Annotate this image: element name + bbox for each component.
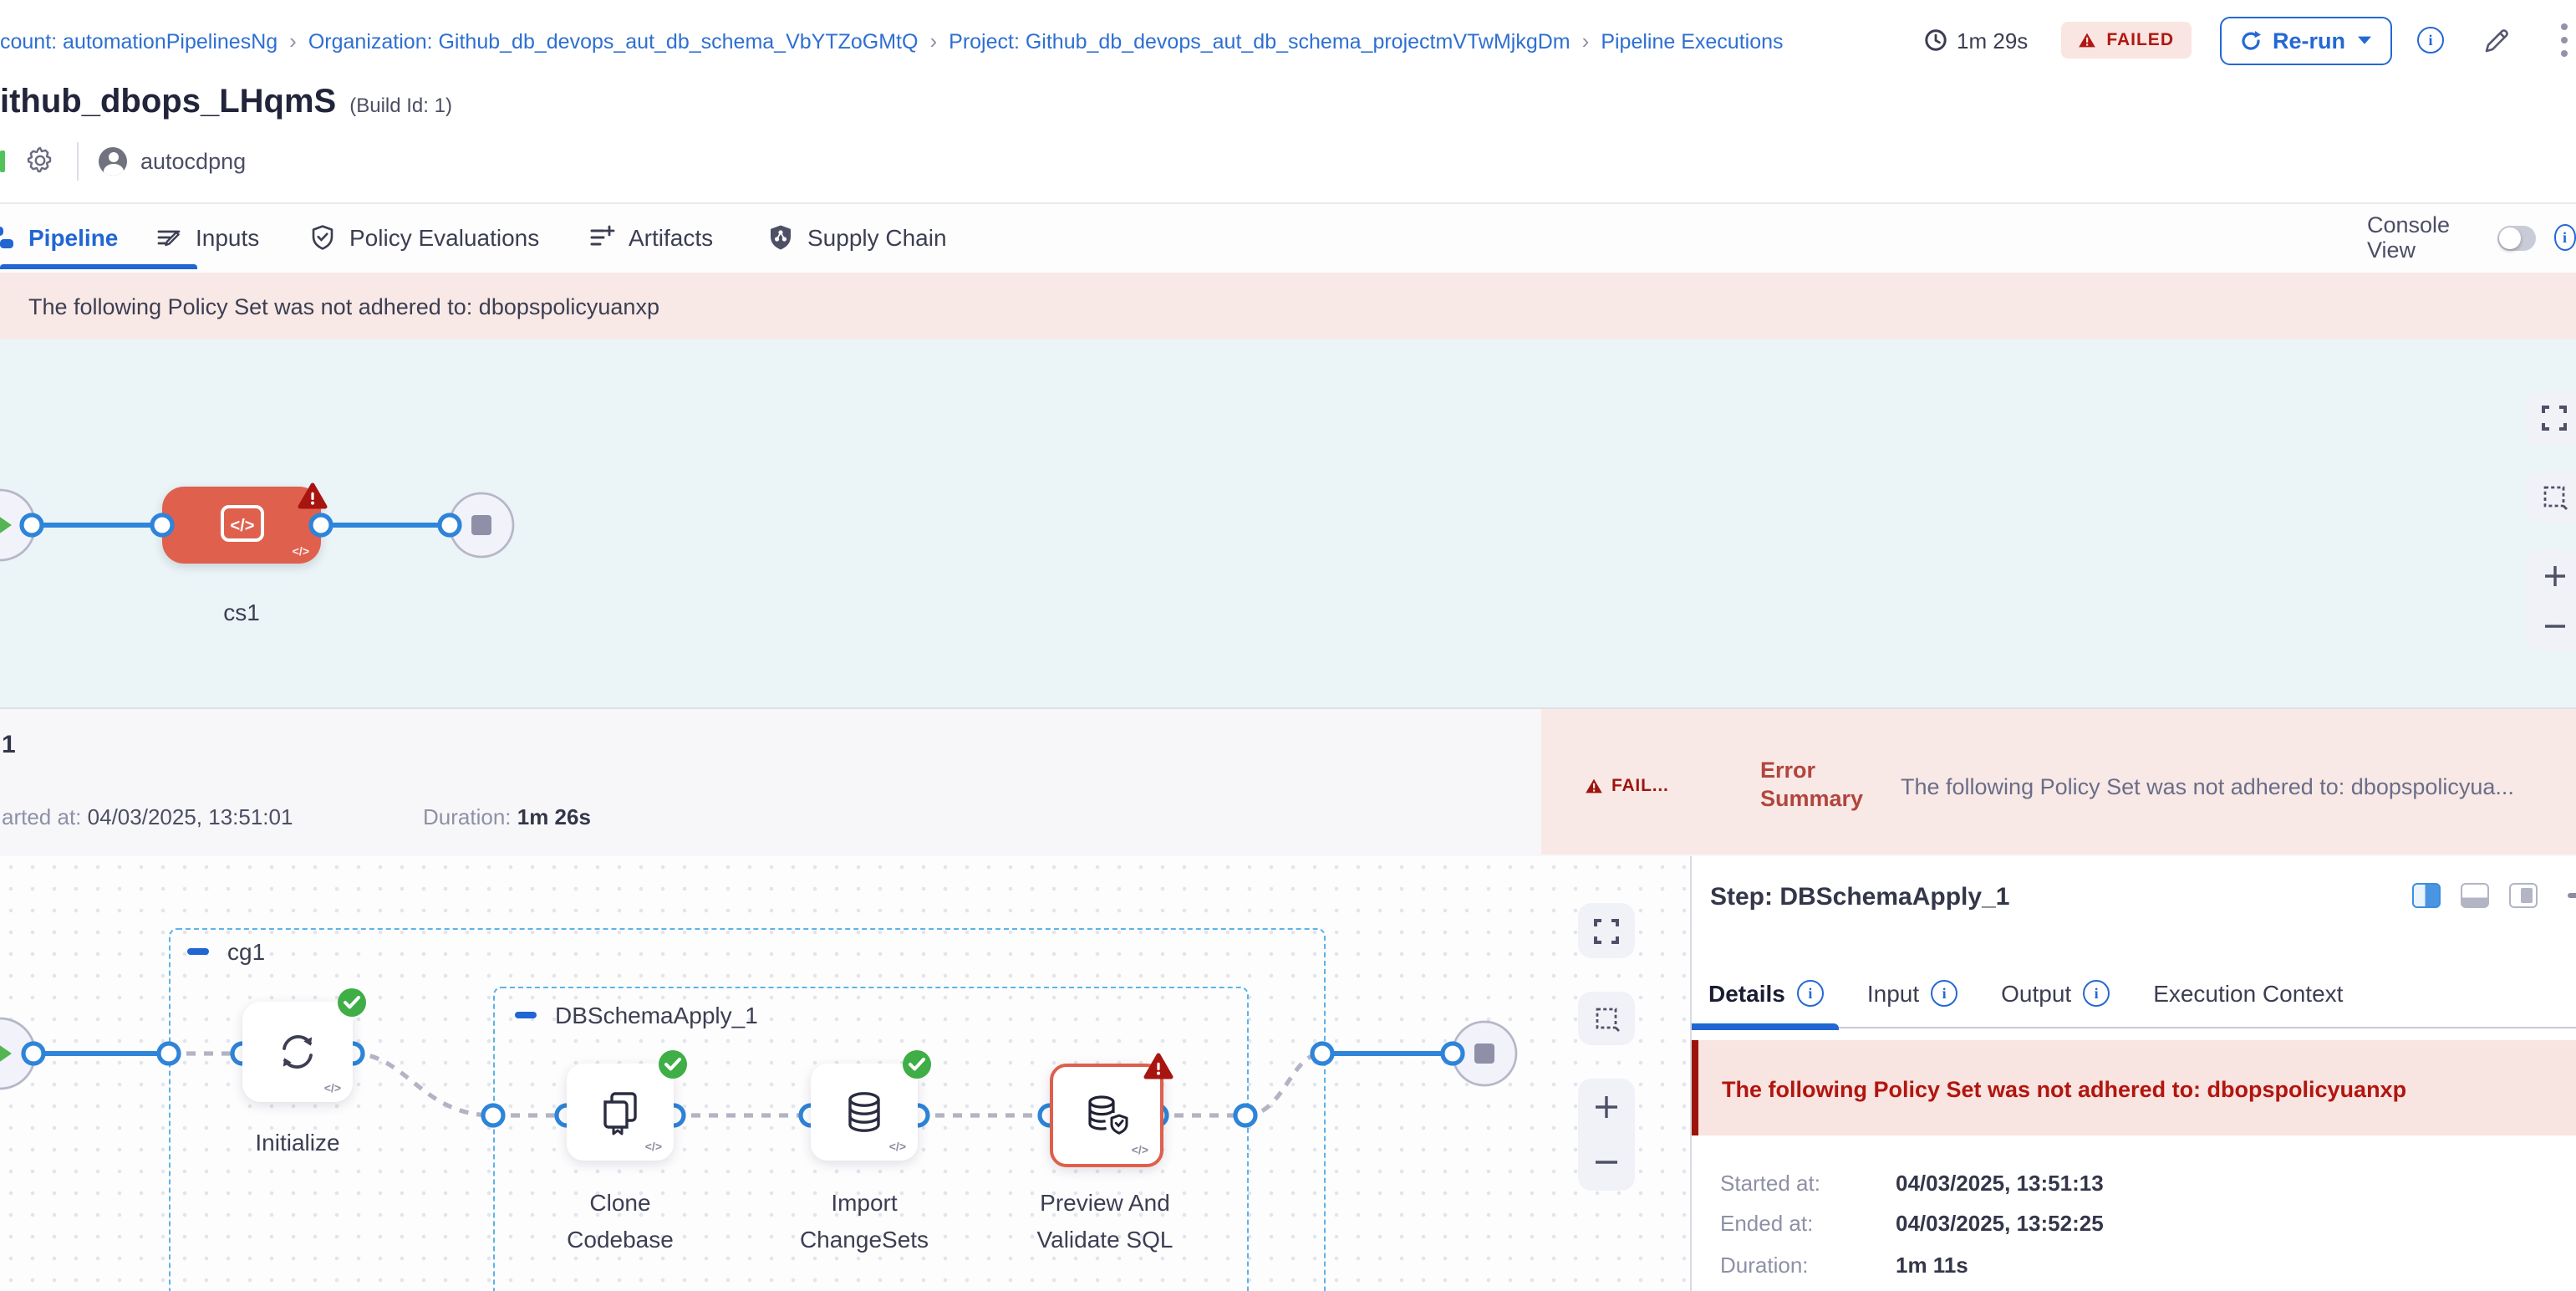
console-view-info-icon[interactable]: i	[2553, 224, 2576, 251]
step-success-badge-icon	[903, 1050, 931, 1079]
fail-chip: FAIL...	[1585, 776, 1669, 796]
stage-started-at: arted at: 04/03/2025, 13:51:01	[2, 804, 293, 829]
stage-duration: Duration: 1m 26s	[423, 804, 591, 829]
gear-icon[interactable]	[25, 145, 55, 176]
more-options-menu-icon[interactable]	[2561, 23, 2568, 57]
code-glyph: </>	[1132, 1146, 1148, 1157]
step-node-clone-codebase[interactable]: </>	[567, 1064, 674, 1161]
layout-floating-icon[interactable]	[2509, 883, 2538, 908]
breadcrumb-account[interactable]: count: automationPipelinesNg	[0, 29, 277, 53]
error-summary-label: Error Summary	[1760, 756, 1863, 813]
step-group-dbschemaapply-label: DBSchemaApply_1	[515, 1002, 758, 1028]
step-success-badge-icon	[659, 1050, 687, 1079]
step-label-clone-codebase: CloneCodebase	[537, 1184, 704, 1258]
tab-pipeline[interactable]: Pipeline	[0, 204, 118, 271]
clone-codebase-icon	[597, 1089, 644, 1135]
execution-info-icon[interactable]: i	[2417, 27, 2444, 54]
policy-warning-banner: The following Policy Set was not adhered…	[0, 273, 2576, 339]
stage-connector-layer	[0, 339, 2576, 707]
collapse-cg1-icon[interactable]	[187, 949, 209, 955]
edit-pipeline-icon[interactable]	[2482, 26, 2511, 54]
step-group-cg1-label: cg1	[187, 938, 265, 965]
header-bar: count: automationPipelinesNg › Organizat…	[0, 0, 2576, 84]
elapsed-time: 1m 29s	[1923, 28, 2028, 53]
triggered-by-user: autocdpng	[140, 148, 246, 173]
tab-inputs[interactable]: Inputs	[155, 204, 259, 271]
caret-down-icon	[2357, 35, 2372, 45]
tab-artifacts[interactable]: Artifacts	[588, 204, 713, 271]
step-success-badge-icon	[338, 988, 366, 1017]
execution-tab-bar: Pipeline Inputs Policy Evaluations Artif…	[0, 202, 2576, 274]
status-badge: FAILED	[2061, 22, 2191, 59]
execution-graph-canvas: cg1 DBSchemaApply_1 </> Initialize </> C…	[0, 856, 1692, 1291]
database-icon	[841, 1089, 888, 1135]
console-view-toggle[interactable]	[2498, 225, 2535, 250]
step-details-panel: Step: DBSchemaApply_1 Details i Input i …	[1690, 856, 2576, 1291]
user-avatar-icon	[99, 146, 127, 175]
clock-icon	[1923, 28, 1947, 52]
rerun-button[interactable]: Re-run	[2219, 16, 2392, 64]
panel-tab-details[interactable]: Details i	[1708, 980, 1824, 1007]
inputs-icon	[155, 224, 182, 251]
step-label-import-changesets: ImportChangeSets	[772, 1184, 956, 1258]
panel-active-tab-underline	[1692, 1023, 1839, 1029]
step-error-alert: The following Policy Set was not adhered…	[1692, 1040, 2576, 1135]
layout-bottom-split-icon[interactable]	[2461, 883, 2489, 908]
warning-triangle-icon	[2078, 32, 2096, 48]
step-node-import-changesets[interactable]: </>	[811, 1064, 918, 1161]
supply-chain-shield-icon	[767, 224, 794, 251]
input-info-icon[interactable]: i	[1931, 980, 1957, 1007]
tab-supply-chain[interactable]: Supply Chain	[767, 204, 947, 271]
collapse-dbschemaapply-icon[interactable]	[515, 1013, 537, 1018]
screen: count: automationPipelinesNg › Organizat…	[0, 0, 2576, 1291]
active-tab-underline	[0, 264, 197, 269]
breadcrumb-organization[interactable]: Organization: Github_db_devops_aut_db_sc…	[308, 29, 919, 53]
panel-tab-output[interactable]: Output i	[2001, 980, 2110, 1007]
error-summary-message: The following Policy Set was not adhered…	[1901, 774, 2576, 799]
stage-graph-canvas: </> </> cs1	[0, 339, 2576, 707]
panel-tab-execution-context[interactable]: Execution Context	[2153, 980, 2343, 1007]
output-info-icon[interactable]: i	[2083, 980, 2110, 1007]
layout-right-split-icon[interactable]	[2412, 883, 2441, 908]
artifacts-icon	[588, 224, 615, 251]
details-info-icon[interactable]: i	[1797, 980, 1824, 1007]
breadcrumb-project[interactable]: Project: Github_db_devops_aut_db_schema_…	[949, 29, 1570, 53]
panel-tab-input[interactable]: Input i	[1867, 980, 1957, 1007]
tab-policy-evaluations[interactable]: Policy Evaluations	[309, 204, 539, 271]
code-glyph: </>	[645, 1142, 662, 1154]
step-label-preview-validate-sql: Preview AndValidate SQL	[1011, 1184, 1199, 1258]
breadcrumb-separator: ›	[289, 28, 297, 54]
build-id: (Build Id: 1)	[349, 94, 452, 117]
step-node-initialize[interactable]: </>	[242, 1002, 353, 1102]
detail-row-started: Started at:04/03/2025, 13:51:13	[1692, 1171, 2561, 1197]
divider	[77, 141, 79, 180]
detail-row-ended: Ended at:04/03/2025, 13:52:25	[1692, 1211, 2561, 1237]
step-node-preview-validate-sql[interactable]: </>	[1050, 1064, 1163, 1167]
code-glyph: </>	[889, 1142, 906, 1154]
stage-error-panel: FAIL... Error Summary The following Poli…	[1541, 709, 2576, 855]
step-failed-badge-icon	[1143, 1052, 1173, 1089]
breadcrumb-pipeline-executions[interactable]: Pipeline Executions	[1601, 29, 1783, 53]
console-view-label: Console View	[2367, 212, 2480, 263]
stage-name: 1	[2, 731, 16, 759]
minimize-panel-icon[interactable]	[2568, 893, 2576, 898]
shield-check-icon	[309, 224, 336, 251]
page-title: ithub_dbops_LHqmS(Build Id: 1)	[0, 84, 452, 122]
refresh-icon	[2239, 29, 2261, 51]
detail-row-duration: Duration:1m 11s	[1692, 1253, 2561, 1279]
step-label-initialize: Initialize	[214, 1124, 381, 1161]
breadcrumb-separator: ›	[1582, 28, 1590, 54]
code-glyph: </>	[324, 1084, 341, 1095]
warning-triangle-icon	[1585, 778, 1603, 794]
pipeline-icon	[0, 224, 15, 251]
database-shield-icon	[1082, 1092, 1132, 1139]
breadcrumb: count: automationPipelinesNg › Organizat…	[0, 28, 1784, 54]
step-panel-title: Step: DBSchemaApply_1	[1710, 883, 2009, 911]
breadcrumb-separator: ›	[929, 28, 937, 54]
stage-summary-row: 1 arted at: 04/03/2025, 13:51:01 Duratio…	[0, 707, 2576, 860]
sync-icon	[272, 1027, 323, 1077]
